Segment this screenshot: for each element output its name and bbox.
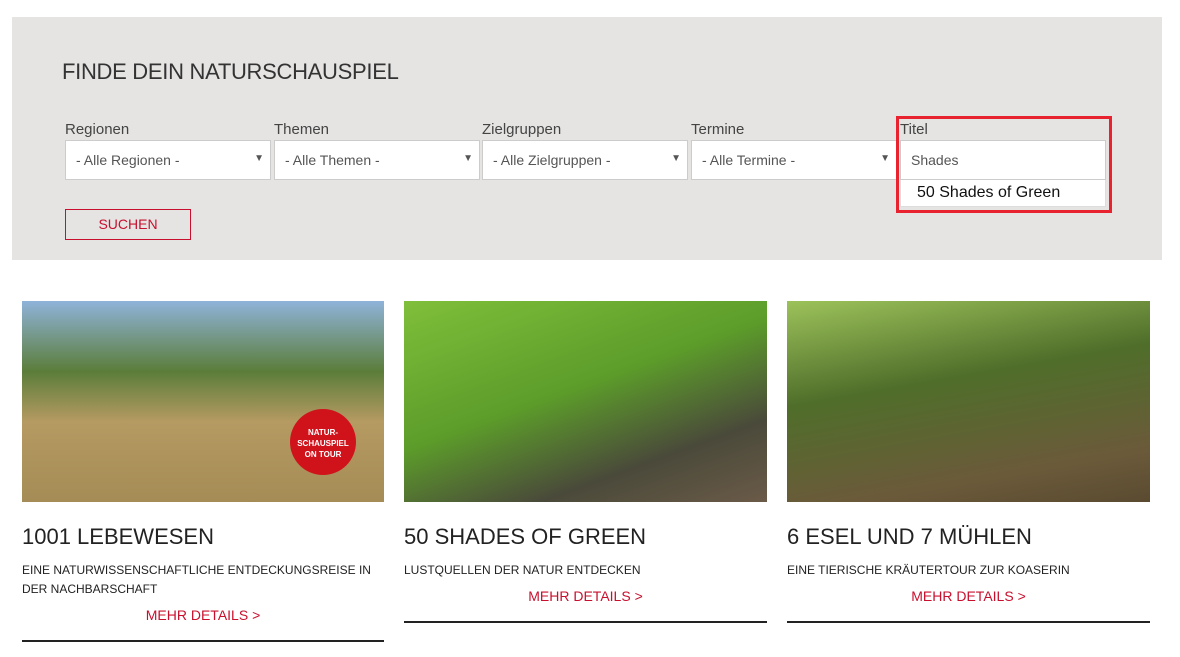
highlight-box — [896, 116, 1112, 213]
mehr-details-link[interactable]: MEHR DETAILS > — [22, 607, 384, 623]
card-image[interactable]: NATUR- SCHAUSPIEL ON TOUR — [22, 301, 384, 502]
zielgruppen-label: Zielgruppen — [482, 121, 562, 138]
suchen-button[interactable]: SUCHEN — [65, 209, 191, 240]
chevron-down-icon: ▼ — [671, 153, 681, 164]
termine-field: Termine - Alle Termine - ▼ — [691, 121, 897, 180]
themen-field: Themen - Alle Themen - ▼ — [274, 121, 480, 180]
regionen-select[interactable]: - Alle Regionen - ▼ — [65, 140, 271, 180]
card-title: 1001 LEBEWESEN — [22, 524, 214, 549]
card-title: 50 SHADES OF GREEN — [404, 524, 647, 549]
zielgruppen-field: Zielgruppen - Alle Zielgruppen - ▼ — [482, 121, 688, 180]
divider — [404, 621, 767, 623]
regionen-field: Regionen - Alle Regionen - ▼ — [65, 121, 271, 180]
search-title: FINDE DEIN NATURSCHAUSPIEL — [62, 59, 399, 84]
search-panel: FINDE DEIN NATURSCHAUSPIEL Regionen - Al… — [12, 17, 1162, 260]
termine-value: - Alle Termine - — [702, 152, 796, 168]
regionen-value: - Alle Regionen - — [76, 152, 180, 168]
chevron-down-icon: ▼ — [880, 153, 890, 164]
card-description: EINE TIERISCHE KRÄUTERTOUR ZUR KOASERIN — [787, 563, 1070, 577]
card-1001-lebewesen: NATUR- SCHAUSPIEL ON TOUR 1001 LEBEWESEN E… — [22, 301, 384, 642]
zielgruppen-select[interactable]: - Alle Zielgruppen - ▼ — [482, 140, 688, 180]
themen-label: Themen — [274, 121, 330, 138]
themen-value: - Alle Themen - — [285, 152, 380, 168]
termine-select[interactable]: - Alle Termine - ▼ — [691, 140, 897, 180]
card-image[interactable] — [404, 301, 767, 502]
themen-select[interactable]: - Alle Themen - ▼ — [274, 140, 480, 180]
termine-label: Termine — [691, 121, 745, 138]
card-title: 6 ESEL UND 7 MÜHLEN — [787, 524, 1032, 549]
card-50-shades: 50 SHADES OF GREEN LUSTQUELLEN DER NATUR… — [404, 301, 767, 623]
card-description: LUSTQUELLEN DER NATUR ENTDECKEN — [404, 563, 641, 577]
card-6-esel: 6 ESEL UND 7 MÜHLEN EINE TIERISCHE KRÄUT… — [787, 301, 1150, 623]
mehr-details-link[interactable]: MEHR DETAILS > — [787, 588, 1150, 604]
regionen-label: Regionen — [65, 121, 130, 138]
card-description: EINE NATURWISSENSCHAFTLICHE ENTDECKUNGSR… — [22, 563, 371, 596]
chevron-down-icon: ▼ — [254, 153, 264, 164]
divider — [22, 640, 384, 642]
card-image[interactable] — [787, 301, 1150, 502]
mehr-details-link[interactable]: MEHR DETAILS > — [404, 588, 767, 604]
on-tour-badge: NATUR- SCHAUSPIEL ON TOUR — [290, 409, 356, 475]
zielgruppen-value: - Alle Zielgruppen - — [493, 152, 611, 168]
divider — [787, 621, 1150, 623]
chevron-down-icon: ▼ — [463, 153, 473, 164]
